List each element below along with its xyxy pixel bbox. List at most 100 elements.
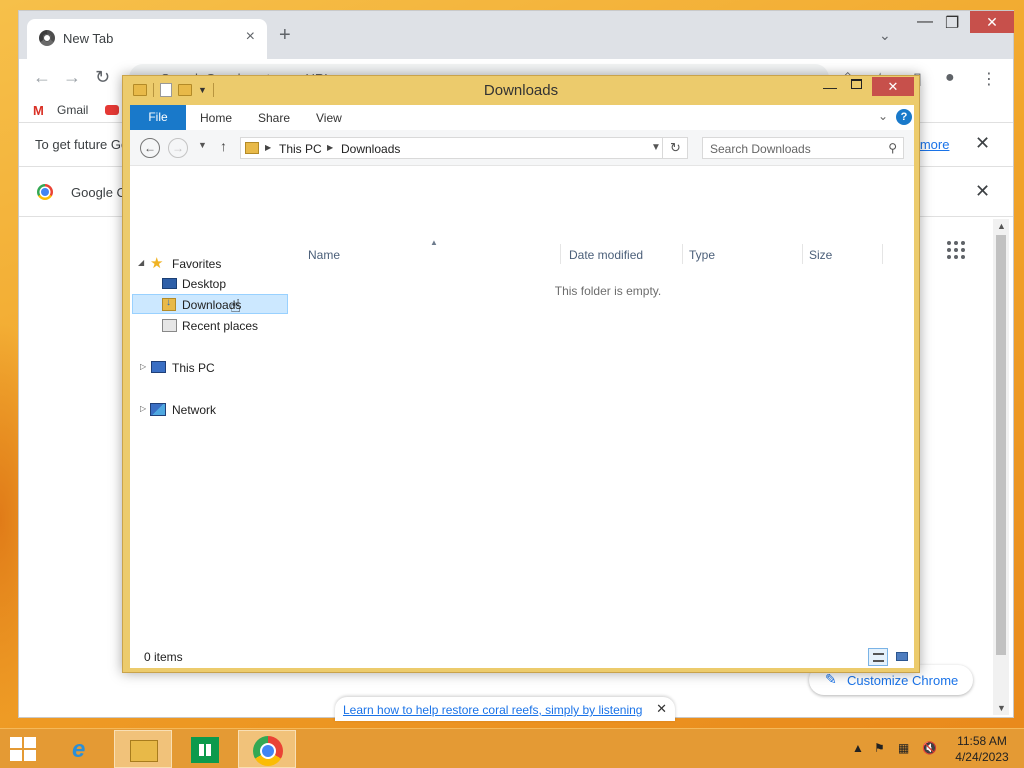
windows-logo-pane [24, 750, 36, 761]
ribbon-expand-icon[interactable]: ⌄ [878, 109, 888, 123]
large-icons-view-button[interactable] [892, 648, 912, 666]
ribbon-tab-share[interactable]: Share [258, 111, 290, 125]
refresh-icon[interactable]: ↻ [662, 137, 688, 159]
empty-folder-message: This folder is empty. [554, 284, 662, 298]
explorer-ribbon: File Home Share View ⌄ ? [130, 105, 914, 130]
infobar-text: To get future Go [35, 137, 129, 152]
explorer-maximize-icon[interactable] [851, 79, 862, 89]
help-icon[interactable]: ? [896, 109, 912, 125]
column-divider[interactable] [882, 244, 883, 264]
ribbon-tab-home[interactable]: Home [200, 111, 232, 125]
navigation-pane: ◢ ★ Favorites Desktop Downloads Recent p… [130, 166, 295, 648]
address-bar[interactable]: ▶ This PC ▶ Downloads ▼ [240, 137, 688, 159]
show-hidden-icons[interactable]: ▲ [852, 741, 864, 755]
google-apps-icon[interactable] [947, 241, 965, 259]
nav-label-desktop: Desktop [182, 277, 227, 291]
address-dropdown-icon[interactable]: ▼ [651, 142, 661, 153]
nav-item-favorites[interactable]: ◢ ★ Favorites [138, 254, 288, 274]
column-header-name[interactable]: Name [308, 248, 340, 262]
chrome-page-scrollbar[interactable]: ▲ ▼ [993, 219, 1009, 715]
back-button-icon[interactable]: ← [140, 138, 160, 158]
address-chevron-icon[interactable]: ▶ [265, 143, 271, 152]
file-list-pane: ▲ Name Date modified Type Size This fold… [302, 166, 914, 648]
volume-muted-icon[interactable]: 🔇 [922, 741, 937, 755]
details-view-button[interactable] [868, 648, 888, 666]
chrome-profile-avatar-icon[interactable]: ● [945, 69, 955, 87]
column-header-date-modified[interactable]: Date modified [569, 248, 643, 262]
recent-places-icon [162, 319, 177, 332]
ribbon-tab-view[interactable]: View [316, 111, 342, 125]
nav-item-desktop[interactable]: Desktop [138, 274, 288, 294]
taskbar-internet-explorer[interactable]: e [54, 730, 112, 768]
ribbon-tab-file[interactable]: File [130, 105, 186, 130]
action-center-flag-icon[interactable]: ⚑ [874, 741, 885, 755]
chrome-maximize-icon[interactable]: ❐ [945, 13, 959, 33]
bookmark-gmail[interactable]: Gmail [57, 103, 88, 117]
nav-item-this-pc[interactable]: ▷ This PC [138, 358, 288, 378]
chrome-tab-close-icon[interactable]: × [246, 28, 255, 46]
this-pc-icon [151, 361, 166, 373]
recent-locations-icon[interactable]: ▼ [198, 140, 207, 150]
explorer-content: ◢ ★ Favorites Desktop Downloads Recent p… [130, 166, 914, 648]
coral-reef-promo[interactable]: Learn how to help restore coral reefs, s… [335, 697, 675, 721]
file-explorer-icon [130, 740, 158, 762]
column-divider[interactable] [560, 244, 561, 264]
expand-arrow-icon[interactable]: ◢ [138, 258, 144, 267]
windows-logo-pane [10, 737, 22, 748]
forward-button-icon[interactable]: → [168, 138, 188, 158]
column-divider[interactable] [802, 244, 803, 264]
coral-reef-promo-link[interactable]: Learn how to help restore coral reefs, s… [343, 703, 642, 717]
chrome-minimize-icon[interactable]: — [917, 13, 933, 31]
chrome-back-icon[interactable]: ← [33, 67, 51, 88]
nav-item-downloads[interactable]: Downloads [132, 294, 288, 314]
youtube-icon[interactable] [105, 105, 119, 115]
clock-date[interactable]: 4/24/2023 [952, 750, 1012, 764]
scroll-up-icon[interactable]: ▲ [997, 221, 1006, 231]
taskbar-file-explorer[interactable] [114, 730, 172, 768]
windows-logo-pane [24, 737, 36, 748]
chrome-menu-icon[interactable]: ⋮ [981, 69, 997, 89]
address-chevron-icon-2[interactable]: ▶ [327, 143, 333, 152]
breadcrumb-this-pc[interactable]: This PC [279, 142, 322, 156]
expand-arrow-icon[interactable]: ▷ [140, 362, 146, 371]
column-header-type[interactable]: Type [689, 248, 715, 262]
chrome-tab-title: New Tab [63, 31, 114, 46]
taskbar-chrome[interactable] [238, 730, 296, 768]
network-icon [150, 403, 166, 416]
scroll-down-icon[interactable]: ▼ [997, 703, 1006, 713]
nav-label-favorites: Favorites [172, 257, 222, 271]
windows-store-icon [191, 737, 219, 763]
infobar-close-icon[interactable]: ✕ [975, 133, 990, 154]
coral-promo-close-icon[interactable]: ✕ [656, 701, 667, 717]
taskbar-store[interactable] [176, 730, 234, 768]
details-view-icon [873, 653, 884, 662]
search-placeholder: Search Downloads [710, 142, 811, 156]
hand-pointer-cursor-icon: ☝ [230, 296, 241, 316]
column-divider[interactable] [682, 244, 683, 264]
scrollbar-thumb[interactable] [996, 235, 1006, 655]
search-downloads-input[interactable]: Search Downloads ⚲ [702, 137, 904, 159]
network-tray-icon[interactable]: ▦ [898, 741, 909, 755]
chrome-tab-favicon-icon [39, 30, 55, 46]
column-header-size[interactable]: Size [809, 248, 832, 262]
explorer-titlebar[interactable]: ▼ Downloads — ✕ [123, 76, 919, 104]
customize-chrome-label: Customize Chrome [847, 673, 959, 688]
default-bar-close-icon[interactable]: ✕ [975, 181, 990, 202]
chrome-tab-search-icon[interactable]: ⌄ [879, 27, 891, 44]
nav-item-recent-places[interactable]: Recent places [138, 316, 288, 336]
chrome-new-tab-button[interactable]: + [279, 24, 291, 47]
up-one-level-icon[interactable]: ↑ [220, 138, 227, 154]
search-icon[interactable]: ⚲ [888, 141, 897, 155]
explorer-close-button[interactable]: ✕ [872, 77, 914, 96]
chrome-forward-icon[interactable]: → [63, 67, 81, 88]
start-button[interactable] [10, 737, 38, 761]
address-folder-icon [245, 142, 259, 154]
breadcrumb-downloads[interactable]: Downloads [341, 142, 400, 156]
chrome-close-button[interactable]: ✕ [970, 11, 1014, 33]
clock-time[interactable]: 11:58 AM [952, 734, 1012, 748]
nav-item-network[interactable]: ▷ Network [138, 400, 288, 420]
expand-arrow-icon[interactable]: ▷ [140, 404, 146, 413]
explorer-minimize-icon[interactable]: — [823, 79, 837, 95]
chrome-tab-new-tab[interactable]: New Tab × [27, 19, 267, 59]
chrome-reload-icon[interactable]: ↻ [95, 67, 110, 88]
